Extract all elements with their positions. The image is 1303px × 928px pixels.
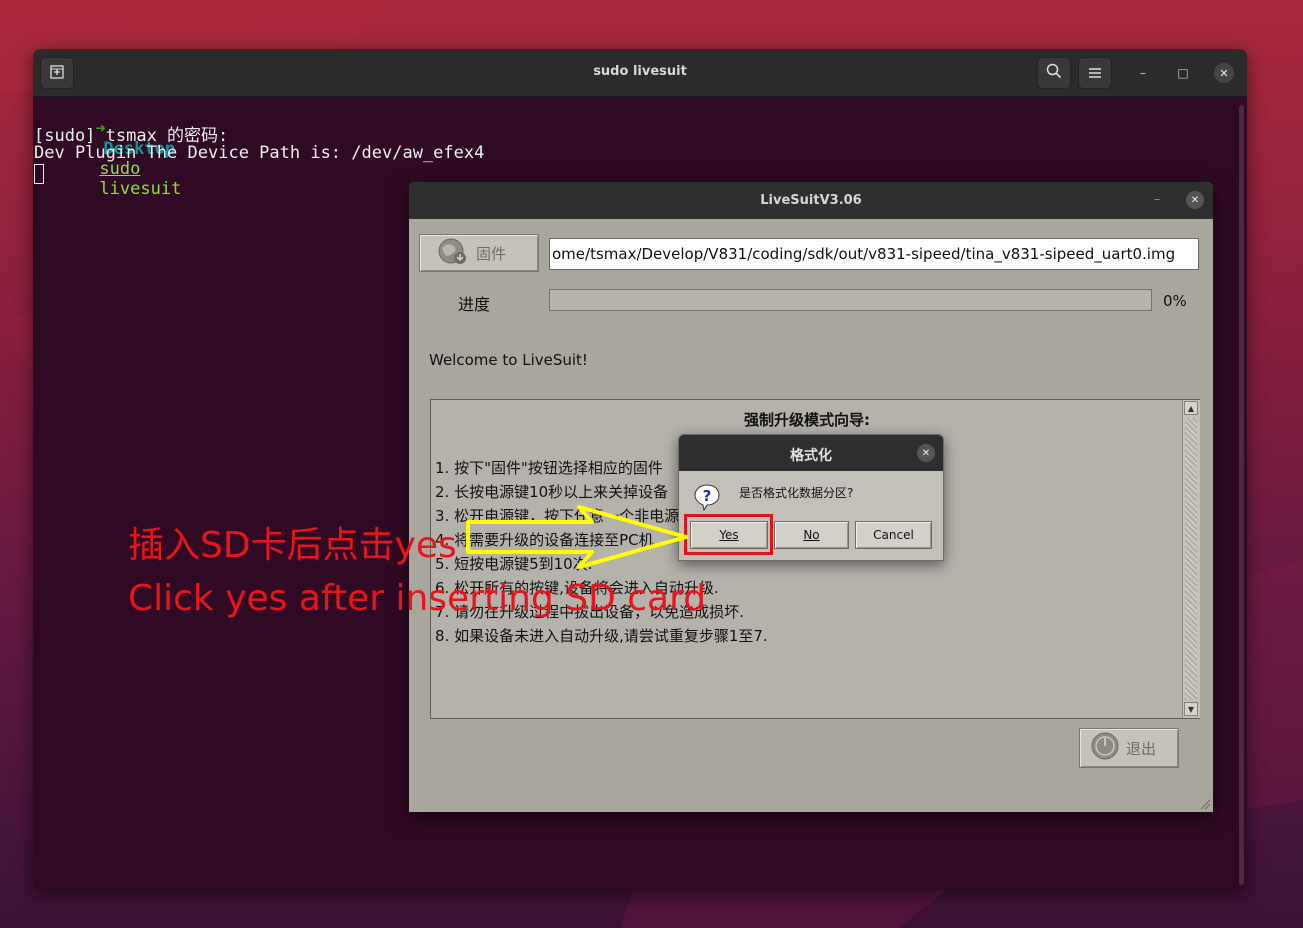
dialog-message: 是否格式化数据分区?	[739, 486, 854, 500]
livesuit-close-button[interactable]: ✕	[1186, 191, 1204, 209]
search-icon	[1046, 63, 1062, 83]
welcome-text: Welcome to LiveSuit!	[429, 351, 588, 369]
maximize-button[interactable]: □	[1174, 64, 1192, 82]
guide-step: 2. 长按电源键10秒以上来关掉设备	[435, 483, 669, 501]
firmware-button[interactable]: 固件	[419, 234, 539, 272]
guide-step: 3. 松开电源键，按下任意一个非电源	[435, 507, 680, 525]
close-button[interactable]: ✕	[1214, 63, 1234, 83]
minimize-button[interactable]: –	[1134, 64, 1152, 82]
close-icon: ✕	[1219, 66, 1229, 80]
close-icon: ✕	[921, 447, 931, 459]
cancel-button[interactable]: Cancel	[855, 521, 932, 549]
exit-button[interactable]: 退出	[1079, 728, 1179, 768]
firmware-button-label: 固件	[476, 244, 507, 263]
guide-step: 4. 将需要升级的设备连接至PC机	[435, 531, 654, 549]
no-button-label: No	[803, 528, 820, 542]
dialog-title: 格式化	[790, 448, 832, 464]
dialog-close-button[interactable]: ✕	[917, 444, 935, 462]
minimize-icon: –	[1154, 192, 1160, 206]
guide-step: 8. 如果设备未进入自动升级,请尝试重复步骤1至7.	[435, 627, 768, 645]
guide-scrollbar[interactable]: ▲ ▼	[1182, 400, 1200, 718]
dialog-titlebar: 格式化 ✕	[679, 435, 943, 471]
livesuit-minimize-button[interactable]: –	[1154, 192, 1160, 206]
annotation-english: Click yes after inserting SD card	[128, 578, 707, 619]
terminal-scrollbar[interactable]	[1239, 105, 1244, 885]
power-icon	[1090, 731, 1120, 765]
resize-grip-icon[interactable]	[1199, 798, 1211, 810]
annotation-chinese: 插入SD卡后点击yes	[128, 525, 457, 566]
question-icon: ?	[694, 484, 720, 512]
search-button[interactable]	[1037, 57, 1071, 89]
highlight-yes-box	[684, 514, 773, 555]
scroll-down-arrow-icon[interactable]: ▼	[1184, 702, 1198, 716]
terminal-titlebar: sudo livesuit – □ ✕	[33, 49, 1247, 97]
device-path-line: Dev Plugin The Device Path is: /dev/aw_e…	[34, 143, 485, 163]
hamburger-menu-icon	[1088, 64, 1102, 83]
menu-button[interactable]	[1078, 57, 1112, 89]
progress-label: 进度	[458, 295, 491, 314]
progress-percent: 0%	[1163, 292, 1187, 310]
globe-icon	[436, 236, 470, 270]
minimize-icon: –	[1140, 66, 1146, 80]
maximize-icon: □	[1177, 66, 1189, 80]
livesuit-title: LiveSuitV3.06	[760, 193, 862, 208]
firmware-path-field[interactable]: ome/tsmax/Develop/V831/coding/sdk/out/v8…	[549, 238, 1199, 270]
svg-text:?: ?	[703, 487, 712, 505]
guide-title: 强制升级模式向导:	[744, 411, 870, 429]
scroll-up-arrow-icon[interactable]: ▲	[1184, 401, 1198, 415]
livesuit-titlebar: LiveSuitV3.06 – ✕	[409, 182, 1213, 219]
progress-bar	[549, 289, 1152, 311]
guide-step: 1. 按下"固件"按钮选择相应的固件	[435, 459, 663, 477]
terminal-cursor	[34, 164, 44, 184]
close-icon: ✕	[1190, 194, 1200, 206]
guide-step: 5. 短按电源键5到10次.	[435, 555, 593, 573]
sudo-password-line: [sudo] tsmax 的密码:	[34, 126, 229, 146]
command-name: livesuit	[99, 179, 182, 199]
scroll-thumb[interactable]	[1185, 418, 1197, 700]
no-button[interactable]: No	[774, 521, 849, 549]
exit-button-label: 退出	[1126, 739, 1157, 758]
cancel-button-label: Cancel	[873, 528, 914, 542]
